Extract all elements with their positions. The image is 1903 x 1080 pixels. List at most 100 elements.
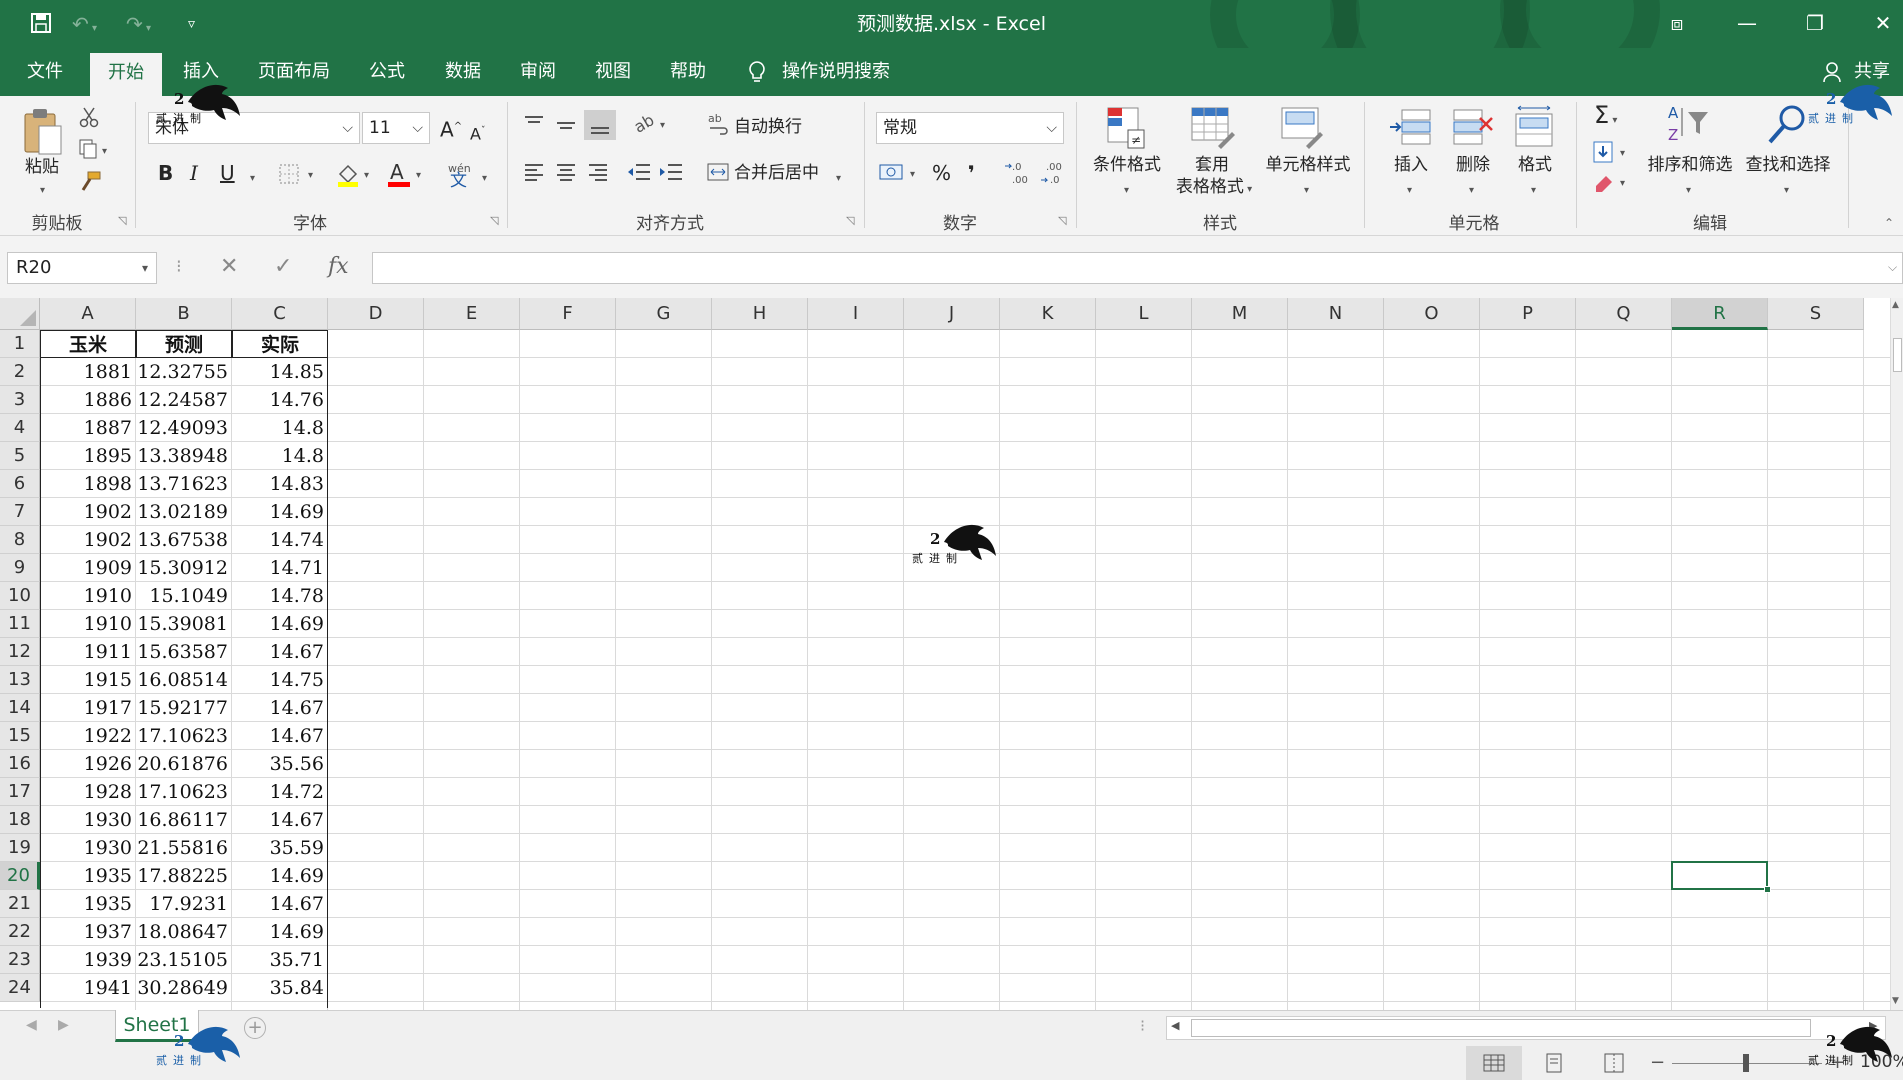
table-cell[interactable]: 1902 (40, 498, 136, 526)
row-header-19[interactable]: 19 (0, 834, 40, 862)
row-header-17[interactable]: 17 (0, 778, 40, 806)
page-break-icon[interactable] (1586, 1046, 1642, 1080)
page-layout-icon[interactable] (1526, 1046, 1582, 1080)
merge-center-button[interactable]: 合并后居中 (734, 162, 819, 184)
top-align-icon[interactable] (522, 114, 546, 140)
merge-dropdown-arrow[interactable]: ▾ (836, 168, 841, 190)
header-cell[interactable]: 预测 (136, 330, 232, 358)
table-cell[interactable]: 14.8 (232, 442, 328, 470)
format-cells-icon[interactable] (1512, 104, 1558, 154)
paste-icon[interactable] (22, 106, 64, 160)
scroll-left-icon[interactable]: ◀ (1171, 1019, 1179, 1032)
column-header-m[interactable]: M (1192, 298, 1288, 330)
italic-button[interactable]: I (190, 162, 198, 184)
row-header-22[interactable]: 22 (0, 918, 40, 946)
column-header-b[interactable]: B (136, 298, 232, 330)
cell-styles-button[interactable]: 单元格样式 (1256, 154, 1360, 176)
paste-button[interactable]: 粘贴 (25, 156, 59, 178)
header-cell[interactable]: 玉米 (40, 330, 136, 358)
table-cell[interactable]: 30.28649 (136, 974, 232, 1002)
tab-help[interactable]: 帮助 (657, 48, 719, 96)
table-cell[interactable]: 1902 (40, 526, 136, 554)
tab-insert[interactable]: 插入 (170, 48, 232, 96)
table-cell[interactable]: 14.69 (232, 918, 328, 946)
table-cell[interactable]: 12.49093 (136, 414, 232, 442)
expand-formula-bar-icon[interactable]: ⌵ (1888, 252, 1897, 282)
conditional-formatting-arrow[interactable]: ▾ (1124, 180, 1129, 202)
format-painter-icon[interactable] (78, 170, 102, 198)
table-cell[interactable]: 14.75 (232, 666, 328, 694)
table-cell[interactable]: 15.63587 (136, 638, 232, 666)
tab-page-layout[interactable]: 页面布局 (248, 48, 340, 96)
table-cell[interactable]: 17.10623 (136, 722, 232, 750)
row-header-20[interactable]: 20 (0, 862, 40, 890)
underline-dropdown-arrow[interactable]: ▾ (250, 168, 255, 190)
table-cell[interactable]: 14.78 (232, 582, 328, 610)
column-header-p[interactable]: P (1480, 298, 1576, 330)
format-cells-button[interactable]: 格式 (1508, 154, 1562, 176)
column-header-f[interactable]: F (520, 298, 616, 330)
row-header-16[interactable]: 16 (0, 750, 40, 778)
scroll-up-icon[interactable]: ▲ (1892, 300, 1899, 310)
sheet-tab-sheet1[interactable]: Sheet1 (115, 1010, 199, 1042)
column-header-n[interactable]: N (1288, 298, 1384, 330)
row-header-3[interactable]: 3 (0, 386, 40, 414)
decrease-indent-icon[interactable] (626, 160, 652, 188)
table-cell[interactable]: 14.67 (232, 806, 328, 834)
column-header-r[interactable]: R (1672, 298, 1768, 330)
table-cell[interactable]: 23.15105 (136, 946, 232, 974)
orientation-icon[interactable]: ab ▾ (631, 110, 672, 140)
table-cell[interactable]: 12.32755 (136, 358, 232, 386)
minimize-button[interactable]: — (1716, 0, 1778, 48)
table-cell[interactable]: 14.76 (232, 386, 328, 414)
table-cell[interactable]: 1910 (40, 582, 136, 610)
paste-dropdown-arrow[interactable]: ▾ (40, 180, 45, 202)
cut-icon[interactable] (78, 106, 100, 132)
column-header-e[interactable]: E (424, 298, 520, 330)
table-cell[interactable]: 14.71 (232, 554, 328, 582)
sheet-next-icon[interactable]: ▶ (58, 1017, 69, 1033)
table-cell[interactable]: 1937 (40, 918, 136, 946)
header-cell[interactable]: 实际 (232, 330, 328, 358)
conditional-formatting-icon[interactable]: ≠ (1104, 104, 1148, 154)
table-cell[interactable]: 21.55816 (136, 834, 232, 862)
conditional-formatting-button[interactable]: 条件格式 (1086, 154, 1168, 176)
tab-file[interactable]: 文件 (14, 48, 76, 96)
row-header-9[interactable]: 9 (0, 554, 40, 582)
table-cell[interactable]: 1935 (40, 890, 136, 918)
table-cell[interactable]: 1886 (40, 386, 136, 414)
tab-data[interactable]: 数据 (432, 48, 494, 96)
table-cell[interactable]: 13.67538 (136, 526, 232, 554)
tab-home[interactable]: 开始 (90, 53, 162, 96)
table-cell[interactable]: 14.83 (232, 470, 328, 498)
delete-cells-button[interactable]: 删除 (1446, 154, 1500, 176)
middle-align-icon[interactable] (554, 114, 578, 140)
table-cell[interactable]: 15.1049 (136, 582, 232, 610)
scroll-down-icon[interactable]: ▼ (1892, 996, 1899, 1006)
align-center-icon[interactable] (554, 160, 578, 188)
tab-review[interactable]: 审阅 (507, 48, 569, 96)
column-header-c[interactable]: C (232, 298, 328, 330)
copy-icon[interactable]: ▾ (78, 138, 110, 164)
table-cell[interactable]: 13.38948 (136, 442, 232, 470)
merge-center-icon[interactable] (706, 160, 730, 188)
cell-styles-arrow[interactable]: ▾ (1304, 180, 1309, 202)
column-header-j[interactable]: J (904, 298, 1000, 330)
table-cell[interactable]: 1887 (40, 414, 136, 442)
normal-view-icon[interactable] (1466, 1046, 1522, 1080)
row-header-1[interactable]: 1 (0, 330, 40, 358)
table-cell[interactable]: 1939 (40, 946, 136, 974)
table-cell[interactable]: 1911 (40, 638, 136, 666)
vertical-scrollbar[interactable]: ▲ ▼ (1890, 298, 1903, 1010)
row-header-11[interactable]: 11 (0, 610, 40, 638)
table-cell[interactable]: 15.39081 (136, 610, 232, 638)
insert-cells-button[interactable]: 插入 (1384, 154, 1438, 176)
insert-cells-arrow[interactable]: ▾ (1407, 180, 1412, 202)
row-header-12[interactable]: 12 (0, 638, 40, 666)
font-size-dropdown[interactable]: 11 ⌵ (362, 112, 430, 144)
increase-decimal-icon[interactable]: .0.00 (1004, 158, 1034, 192)
enter-entry-button[interactable]: ✓ (274, 252, 292, 282)
column-header-s[interactable]: S (1768, 298, 1864, 330)
column-header-o[interactable]: O (1384, 298, 1480, 330)
table-cell[interactable]: 1930 (40, 834, 136, 862)
